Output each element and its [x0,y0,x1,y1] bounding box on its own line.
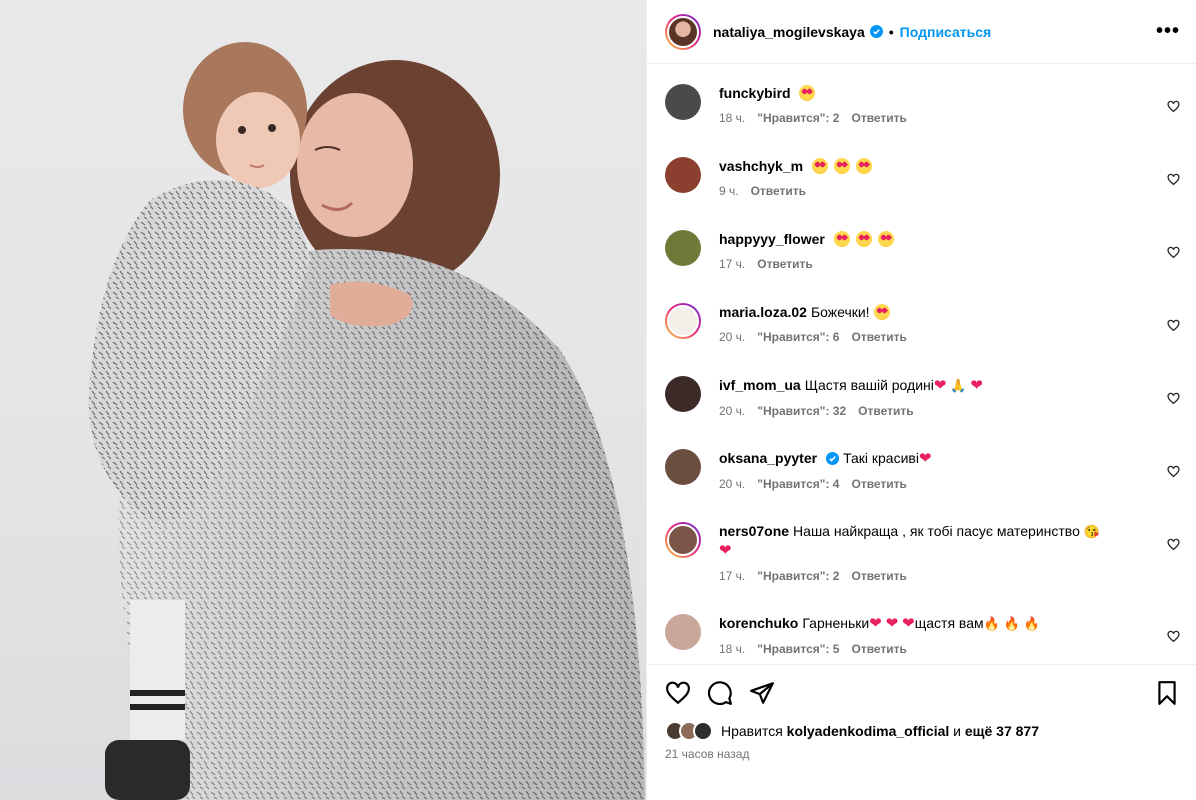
save-bookmark-icon[interactable] [1154,680,1180,706]
heart-eyes-emoji-icon [799,85,816,101]
commenter-username[interactable]: ivf_mom_ua [719,377,801,393]
comment-time[interactable]: 17 ч. [719,257,745,271]
heart-eyes-emoji-icon [877,231,894,247]
comment-likes[interactable]: "Нравится": 2 [757,111,839,125]
commenter-username[interactable]: ners07one [719,523,789,539]
separator-dot: • [888,23,894,40]
commenter-avatar[interactable] [665,157,701,193]
fire-emoji-icon: 🔥 🔥 🔥 [983,616,1040,631]
reply-button[interactable]: Ответить [851,569,906,583]
more-options-icon[interactable]: ••• [1156,20,1180,43]
reply-button[interactable]: Ответить [851,642,906,656]
post-header: nataliya_mogilevskaya • Подписаться ••• [647,0,1196,64]
heart-eyes-emoji-icon [874,304,891,320]
heart-eyes-emoji-icon [855,231,872,247]
likes-user[interactable]: kolyadenkodima_official [787,723,950,739]
commenter-avatar[interactable] [665,449,701,485]
comment-like-heart-icon[interactable] [1167,246,1180,259]
comment-likes[interactable]: "Нравится": 6 [757,330,839,344]
verified-badge-icon [869,25,883,38]
reply-button[interactable]: Ответить [851,111,906,125]
heart-eyes-emoji-icon [833,158,850,174]
like-heart-icon[interactable] [665,680,691,706]
commenter-username[interactable]: funckybird [719,85,791,101]
comment-text: Гарненьки [802,615,870,631]
comment-like-heart-icon[interactable] [1167,392,1180,405]
post-side-panel: nataliya_mogilevskaya • Подписаться ••• … [646,0,1196,800]
likes-summary[interactable]: Нравится kolyadenkodima_official и ещё 3… [665,721,1180,741]
author-username[interactable]: nataliya_mogilevskaya [713,24,865,40]
reply-button[interactable]: Ответить [757,257,812,271]
author-avatar[interactable] [665,13,701,50]
commenter-avatar[interactable] [665,303,701,339]
comment-item: oksana_pyyter Такі красиві❤ 20 ч. "Нравится… [665,445,1180,518]
comment-like-heart-icon[interactable] [1167,319,1180,332]
comment-text: Щастя вашій родині [804,377,934,393]
comment-time[interactable]: 18 ч. [719,111,745,125]
comment-like-heart-icon[interactable] [1167,173,1180,186]
commenter-username[interactable]: oksana_pyyter [719,450,817,466]
heart-emoji-icon: ❤ ❤ ❤ [869,615,915,632]
commenter-avatar[interactable] [665,614,701,650]
comment-like-heart-icon[interactable] [1167,465,1180,478]
comment-item: ners07one Наша найкраща , як тобі пасує м… [665,518,1180,610]
comment-item: vashchyk_m 9 ч. Ответить [665,153,1180,226]
comment-time[interactable]: 20 ч. [719,477,745,491]
commenter-avatar[interactable] [665,376,701,412]
commenter-username[interactable]: vashchyk_m [719,158,803,174]
reply-button[interactable]: Ответить [851,330,906,344]
comment-item: happyyy_flower 17 ч. Ответить [665,226,1180,299]
comment-like-heart-icon[interactable] [1167,630,1180,643]
comment-item: korenchuko Гарненьки❤ ❤ ❤щастя вам🔥 🔥 🔥 18… [665,610,1180,664]
likes-prefix: Нравится [721,723,783,739]
emoji-icon: ❤ 🙏 ❤ [933,377,983,394]
emoji-icon: ❤ [918,450,932,467]
post-image [88,42,646,800]
comment-likes[interactable]: "Нравится": 2 [757,569,839,583]
comment-likes[interactable]: "Нравится": 4 [757,477,839,491]
reply-button[interactable]: Ответить [751,184,806,198]
post-photo[interactable] [0,0,646,800]
comment-time[interactable]: 17 ч. [719,569,745,583]
heart-eyes-emoji-icon [811,158,828,174]
likes-and: и [953,723,961,739]
comment-bubble-icon[interactable] [707,680,733,706]
comment-time[interactable]: 18 ч. [719,642,745,656]
likes-more[interactable]: ещё 37 877 [965,723,1039,739]
verified-badge-icon [826,452,840,465]
comment-text-tail: щастя вам [914,615,984,631]
comment-time[interactable]: 20 ч. [719,404,745,418]
reply-button[interactable]: Ответить [851,477,906,491]
reply-button[interactable]: Ответить [858,404,913,418]
comment-item: maria.loza.02 Божечки! 20 ч. "Нравится": 6… [665,299,1180,372]
comment-item: ivf_mom_ua Щастя вашій родині❤ 🙏 ❤ 20 ч. "Н… [665,372,1180,445]
follow-button[interactable]: Подписаться [900,24,992,40]
comment-time[interactable]: 20 ч. [719,330,745,344]
comment-like-heart-icon[interactable] [1167,538,1180,551]
commenter-avatar[interactable] [665,230,701,266]
heart-eyes-emoji-icon [855,158,872,174]
comment-text: Наша найкраща , як тобі пасує материнств… [793,523,1080,539]
comment-likes[interactable]: "Нравится": 5 [757,642,839,656]
comments-list[interactable]: funckybird 18 ч. "Нравится": 2 Ответить vas… [647,64,1196,664]
liker-avatars [665,721,713,741]
post-time[interactable]: 21 часов назад [665,747,1180,761]
comment-text: Такі красиві [843,450,919,466]
commenter-avatar[interactable] [665,84,701,120]
commenter-avatar[interactable] [665,522,701,558]
post-actions: Нравится kolyadenkodima_official и ещё 3… [647,664,1196,800]
commenter-username[interactable]: happyyy_flower [719,231,825,247]
share-send-icon[interactable] [749,680,775,706]
commenter-username[interactable]: maria.loza.02 [719,304,807,320]
heart-eyes-emoji-icon [833,231,850,247]
comment-time[interactable]: 9 ч. [719,184,739,198]
comment-text: Божечки! [810,304,870,320]
comment-like-heart-icon[interactable] [1167,100,1180,113]
comment-likes[interactable]: "Нравится": 32 [757,404,846,418]
comment-item: funckybird 18 ч. "Нравится": 2 Ответить [665,80,1180,153]
commenter-username[interactable]: korenchuko [719,615,798,631]
